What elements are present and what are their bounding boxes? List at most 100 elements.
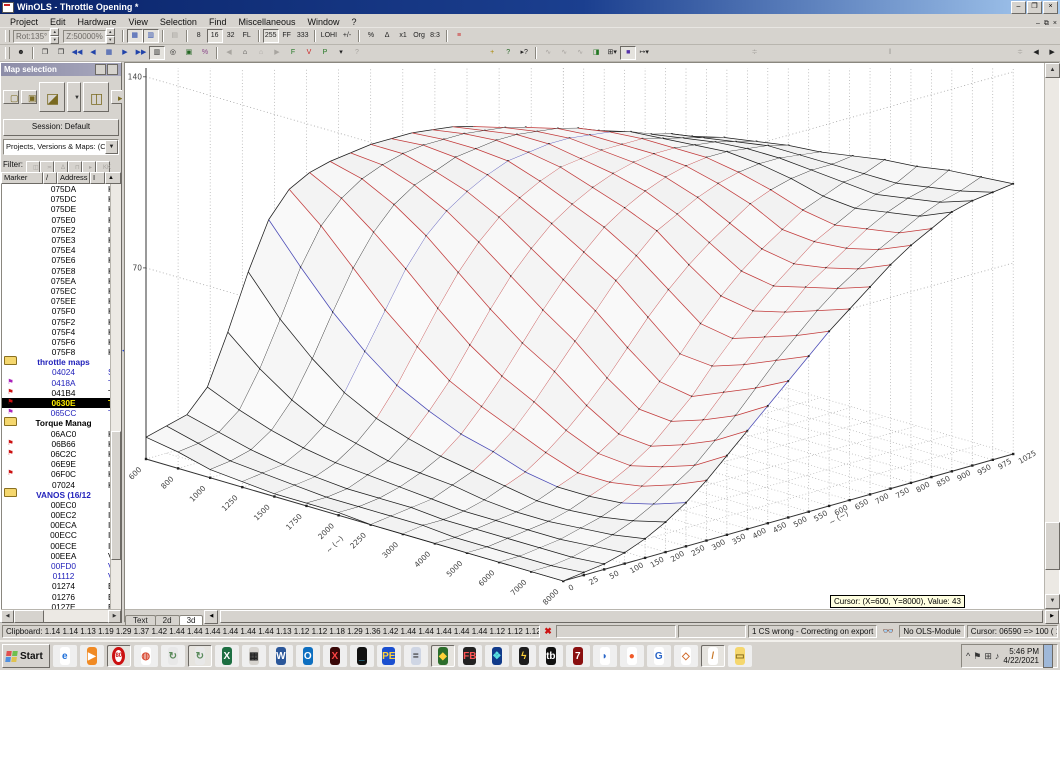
minimize-button[interactable]: – [1011, 1, 1026, 14]
scroll-up-icon[interactable]: ▲ [1045, 63, 1060, 78]
word-icon[interactable]: W [269, 645, 293, 667]
list-item[interactable]: VANOS (16/12 [2, 490, 121, 500]
new-project-button[interactable]: ▢ [3, 90, 19, 104]
zoom-spinner-up[interactable]: ▲ [106, 28, 115, 36]
list-item[interactable]: 06E9EK [2, 459, 121, 469]
list-item[interactable]: 00EEAV [2, 551, 121, 561]
clipboard-clear-icon[interactable]: ✖ [542, 626, 554, 637]
map-overview-button[interactable]: ▦ [101, 46, 117, 60]
winols-taskbar-icon[interactable]: 80 [107, 645, 131, 667]
tray-network-icon[interactable]: ⊞ [984, 651, 992, 662]
list-item[interactable]: 06AC0K [2, 429, 121, 439]
menu-find[interactable]: Find [203, 17, 233, 27]
version-button[interactable]: V [301, 46, 317, 60]
list-item[interactable]: 075E0K [2, 215, 121, 225]
list-item[interactable]: 00FD0V [2, 561, 121, 571]
view-combo[interactable]: Projects, Versions & Maps: (Ctrl ▼ [3, 139, 119, 155]
factor-button[interactable]: x1 [395, 29, 411, 43]
open-project-dropdown[interactable]: ▼ [67, 82, 81, 112]
brave-icon[interactable]: ● [620, 645, 644, 667]
clock[interactable]: 5:46 PM 4/22/2021 [1003, 647, 1039, 665]
bits-8-button[interactable]: 8 [191, 29, 207, 43]
chip-fb-icon[interactable]: FB [458, 645, 482, 667]
colors-button[interactable]: ≡ [451, 29, 467, 43]
rotation-spinner-down[interactable]: ▼ [50, 36, 59, 44]
calculator-icon[interactable]: = [404, 645, 428, 667]
maps-tool-icon[interactable]: ◆ [431, 645, 455, 667]
surface-chart-canvas[interactable]: 6008001000125015001750200022503000400050… [125, 63, 1044, 609]
sign-button[interactable]: +/- [339, 29, 355, 43]
open-folder-button[interactable]: ◫ [83, 82, 109, 112]
zoom-spinner-down[interactable]: ▼ [106, 36, 115, 44]
map-panel-titlebar[interactable]: Map selection [1, 63, 121, 76]
chevron-down-icon[interactable]: ▼ [105, 140, 118, 154]
save-button[interactable]: ▣ [21, 90, 37, 104]
chart-vscroll-thumb[interactable] [1045, 522, 1060, 570]
scroll-left-icon[interactable]: ◀ [1, 610, 14, 623]
view-mode-dropdown[interactable]: ⊞▾ [604, 46, 620, 60]
tray-volume-icon[interactable]: ♪ [995, 651, 1000, 662]
tb-app-icon[interactable]: tb [539, 645, 563, 667]
map-list-hscrollbar[interactable]: ◀ ▶ [1, 609, 121, 622]
list-item[interactable]: 075F8K [2, 347, 121, 357]
xentry-icon[interactable]: X [323, 645, 347, 667]
menu-[interactable]: ? [346, 17, 363, 27]
dark-console-icon[interactable]: _ [350, 645, 374, 667]
panel-pin-button[interactable] [95, 64, 106, 75]
chart-vscrollbar[interactable]: ▲ ▼ [1044, 63, 1059, 609]
list-item[interactable]: 00EC0Ir [2, 500, 121, 510]
filter-button-3[interactable]: Δ [54, 161, 68, 173]
project-button[interactable]: P [317, 46, 333, 60]
scroll-down-icon[interactable]: ▼ [1045, 594, 1060, 609]
mdi-close-button[interactable]: × [1052, 19, 1058, 28]
filter-button-1[interactable]: ◫ [26, 161, 40, 173]
list-item[interactable]: 075E8K [2, 266, 121, 276]
original-button[interactable]: Org [411, 29, 427, 43]
project-dropdown[interactable]: ▾ [333, 46, 349, 60]
mdi-minimize-button[interactable]: – [1035, 19, 1041, 28]
proportion-button[interactable]: 8:3 [427, 29, 443, 43]
user-button[interactable]: ☻ [13, 46, 29, 60]
tab-scroll-left-button[interactable]: ◀ [204, 610, 218, 624]
menu-edit[interactable]: Edit [44, 17, 72, 27]
internet-explorer-icon[interactable]: e [53, 645, 77, 667]
binary-button[interactable]: 333 [295, 29, 311, 43]
cubes-tool-icon[interactable]: ❖ [485, 645, 509, 667]
list-item[interactable]: 00ECEIr [2, 541, 121, 551]
list-item[interactable]: 075DCK [2, 194, 121, 204]
list-item[interactable]: throttle maps [2, 357, 121, 367]
wrench-tool-icon[interactable]: / [701, 645, 725, 667]
view-3d-button[interactable]: ▦ [127, 29, 143, 43]
export-button[interactable]: ◨ [588, 46, 604, 60]
column-sort-glyph[interactable]: / [43, 172, 57, 184]
photo-dark-icon[interactable]: ϟ [512, 645, 536, 667]
list-item[interactable]: 00ECCIr [2, 530, 121, 540]
list-item[interactable]: ⚑041B4T [2, 388, 121, 398]
checksum-button[interactable]: ▣ [181, 46, 197, 60]
window-overview-button[interactable]: ❒ [53, 46, 69, 60]
difference-button[interactable]: Δ [379, 29, 395, 43]
chart-hscrollbar[interactable] [220, 610, 1043, 623]
preview-button[interactable]: ◎ [165, 46, 181, 60]
mdi-restore-button[interactable]: ⧉ [1043, 19, 1050, 28]
chart-hscroll-thumb[interactable] [220, 610, 1043, 623]
list-item[interactable]: 075F0K [2, 306, 121, 316]
list-item[interactable]: ⚑065CCT [2, 408, 121, 418]
list-item[interactable]: 075E2K [2, 225, 121, 235]
rotation-spinner[interactable]: ▲▼ [50, 28, 59, 44]
new-window-button[interactable]: ❐ [37, 46, 53, 60]
help-button[interactable]: ? [500, 46, 516, 60]
pe-tool-icon[interactable]: PE [377, 645, 401, 667]
list-item[interactable]: 075E6K [2, 255, 121, 265]
column-extra[interactable]: I [90, 172, 105, 184]
context-help-button[interactable]: ▸? [516, 46, 532, 60]
outlook-icon[interactable]: O [296, 645, 320, 667]
family-button[interactable]: F [285, 46, 301, 60]
filter-button-4[interactable]: ⊓ [68, 161, 82, 173]
filter-button-6[interactable]: KK [96, 161, 110, 173]
percent-button[interactable]: % [363, 29, 379, 43]
bits-32-button[interactable]: 32 [223, 29, 239, 43]
open-project-button[interactable]: ◪ [39, 82, 65, 112]
first-map-button[interactable]: ◀◀ [69, 46, 85, 60]
show-desktop-button[interactable] [1043, 644, 1053, 668]
